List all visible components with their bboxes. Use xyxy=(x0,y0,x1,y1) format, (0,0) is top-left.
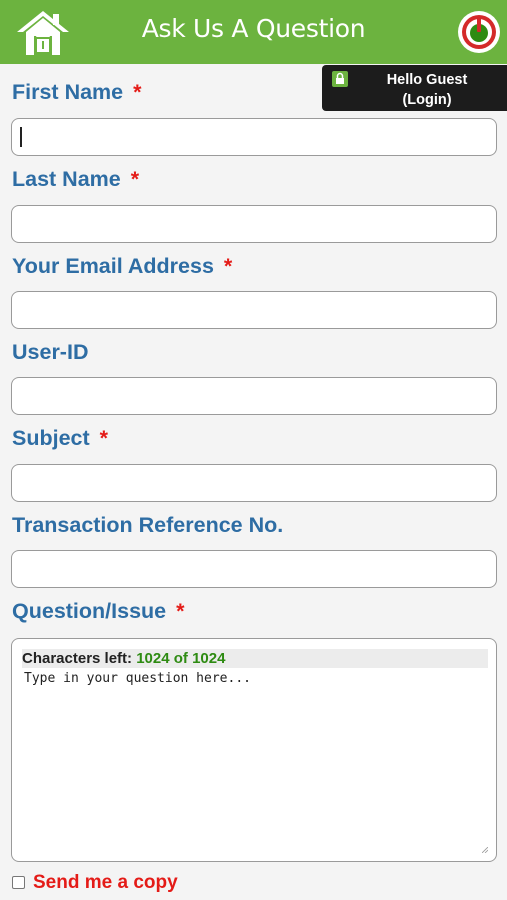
resize-grip-icon[interactable] xyxy=(482,847,488,853)
required-marker: * xyxy=(223,254,233,278)
text-caret xyxy=(20,127,22,147)
last-name-label: Last Name * xyxy=(12,167,139,192)
required-marker: * xyxy=(130,167,140,191)
email-label-text: Your Email Address xyxy=(12,254,214,278)
char-counter-value: 1024 of 1024 xyxy=(136,650,226,667)
char-counter: Characters left: 1024 of 1024 xyxy=(22,649,225,668)
first-name-label-text: First Name xyxy=(12,80,124,104)
power-icon[interactable] xyxy=(457,10,501,54)
first-name-input[interactable] xyxy=(11,118,497,156)
subject-label: Subject * xyxy=(12,426,108,451)
guest-login-box[interactable]: Hello Guest (Login) xyxy=(322,65,507,111)
first-name-label: First Name * xyxy=(12,80,142,105)
subject-label-text: Subject xyxy=(12,426,90,450)
required-marker: * xyxy=(133,80,142,104)
char-counter-bar: Characters left: 1024 of 1024 xyxy=(22,649,488,668)
last-name-input[interactable] xyxy=(11,205,497,243)
required-marker: * xyxy=(99,426,109,450)
user-id-label-text: User-ID xyxy=(12,340,89,364)
required-marker: * xyxy=(176,599,185,623)
question-placeholder: Type in your question here... xyxy=(24,671,251,686)
transaction-ref-input[interactable] xyxy=(11,550,497,588)
send-copy-checkbox[interactable] xyxy=(12,876,25,889)
guest-greeting-line1: Hello Guest xyxy=(386,72,468,88)
email-input[interactable] xyxy=(11,291,497,329)
transaction-ref-label: Transaction Reference No. xyxy=(12,513,283,538)
app-header: Ask Us A Question xyxy=(0,0,507,64)
char-counter-label: Characters left: xyxy=(22,650,133,667)
send-copy-label[interactable]: Send me a copy xyxy=(33,872,178,894)
last-name-label-text: Last Name xyxy=(12,167,121,191)
login-link[interactable]: (Login) xyxy=(362,90,492,110)
question-textarea[interactable]: Characters left: 1024 of 1024 Type in yo… xyxy=(11,638,497,862)
subject-input[interactable] xyxy=(11,464,497,502)
user-id-input[interactable] xyxy=(11,377,497,415)
lock-icon xyxy=(332,71,348,87)
guest-greeting: Hello Guest (Login) xyxy=(362,70,492,110)
transaction-ref-label-text: Transaction Reference No. xyxy=(12,513,284,537)
email-label: Your Email Address * xyxy=(12,254,232,279)
user-id-label: User-ID xyxy=(12,340,88,365)
question-label-text: Question/Issue xyxy=(12,599,167,623)
question-label: Question/Issue * xyxy=(12,599,185,624)
page-title: Ask Us A Question xyxy=(141,14,366,43)
